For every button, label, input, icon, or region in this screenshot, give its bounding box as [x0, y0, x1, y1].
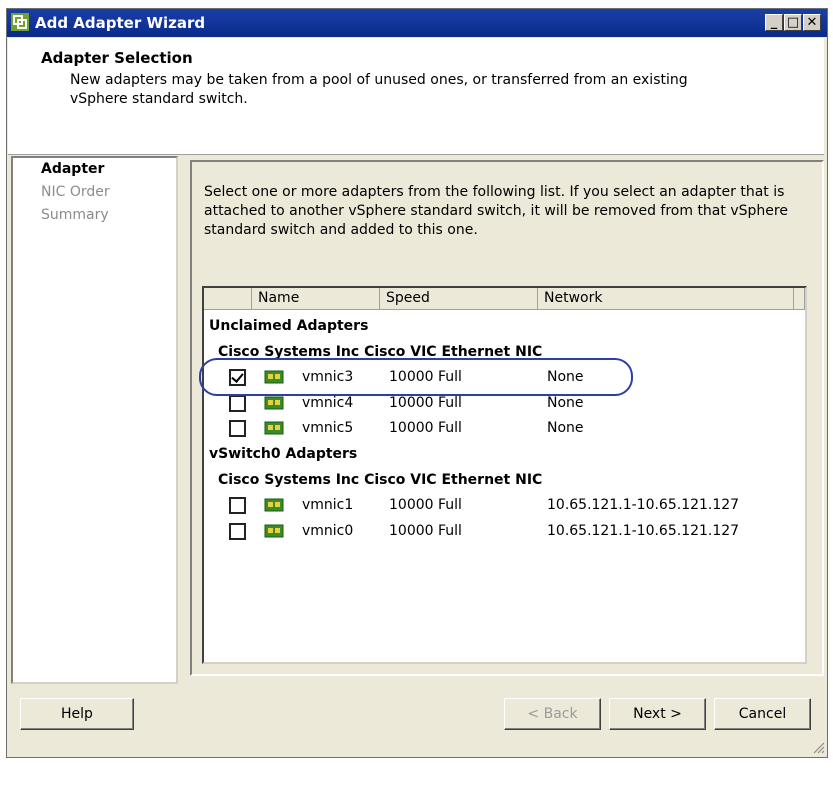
adapter-checkbox[interactable]	[229, 395, 246, 412]
column-header-check[interactable]	[204, 288, 252, 310]
adapter-checkbox[interactable]	[229, 497, 246, 514]
group-unclaimed-adapters: Unclaimed Adapters	[209, 318, 369, 334]
adapter-network: None	[547, 420, 584, 436]
window-title: Add Adapter Wizard	[35, 14, 206, 32]
column-header-speed[interactable]: Speed	[380, 288, 538, 310]
network-adapter-icon	[264, 421, 284, 435]
adapter-row[interactable]: vmnic1 10000 Full 10.65.121.1-10.65.121.…	[204, 494, 804, 518]
adapter-name: vmnic4	[302, 395, 354, 411]
adapter-speed: 10000 Full	[389, 395, 462, 411]
adapter-speed: 10000 Full	[389, 420, 462, 436]
header-description: New adapters may be taken from a pool of…	[70, 72, 688, 107]
network-adapter-icon	[264, 524, 284, 538]
adapter-row[interactable]: vmnic0 10000 Full 10.65.121.1-10.65.121.…	[204, 520, 804, 544]
adapter-speed: 10000 Full	[389, 369, 462, 385]
back-button[interactable]: < Back	[504, 698, 601, 730]
header-title: Adapter Selection	[41, 49, 193, 67]
adapter-list[interactable]: Name Speed Network Unclaimed Adapters Ci…	[202, 286, 807, 664]
adapter-row[interactable]: vmnic4 10000 Full None	[204, 392, 804, 416]
wizard-steps-panel: Adapter NIC Order Summary	[11, 156, 178, 684]
adapter-checkbox[interactable]	[229, 523, 246, 540]
help-button[interactable]: Help	[20, 698, 134, 730]
adapter-checkbox[interactable]	[229, 369, 246, 386]
network-adapter-icon	[264, 498, 284, 512]
instructions-text: Select one or more adapters from the fol…	[204, 184, 788, 238]
vsphere-app-icon	[11, 13, 29, 31]
step-nic-order[interactable]: NIC Order	[41, 184, 110, 200]
wizard-header: Adapter Selection New adapters may be ta…	[8, 38, 824, 155]
adapter-speed: 10000 Full	[389, 523, 462, 539]
adapter-checkbox[interactable]	[229, 420, 246, 437]
adapter-row[interactable]: vmnic5 10000 Full None	[204, 417, 804, 441]
next-button[interactable]: Next >	[609, 698, 706, 730]
title-bar[interactable]: Add Adapter Wizard _ □ ✕	[7, 9, 827, 37]
adapter-speed: 10000 Full	[389, 497, 462, 513]
adapter-network: 10.65.121.1-10.65.121.127	[547, 523, 740, 539]
adapter-name: vmnic0	[302, 523, 354, 539]
maximize-button[interactable]: □	[784, 14, 802, 31]
column-header-network[interactable]: Network	[538, 288, 794, 310]
adapter-name: vmnic1	[302, 497, 354, 513]
step-adapter[interactable]: Adapter	[41, 161, 104, 177]
minimize-button[interactable]: _	[765, 14, 783, 31]
cancel-button[interactable]: Cancel	[714, 698, 811, 730]
adapter-network: None	[547, 395, 584, 411]
adapter-row[interactable]: vmnic3 10000 Full None	[204, 366, 804, 390]
resize-grip-icon[interactable]	[811, 740, 825, 754]
adapter-network: None	[547, 369, 584, 385]
close-button[interactable]: ✕	[803, 14, 821, 31]
adapter-name: vmnic3	[302, 369, 354, 385]
step-summary[interactable]: Summary	[41, 207, 109, 223]
vendor-label: Cisco Systems Inc Cisco VIC Ethernet NIC	[218, 472, 543, 488]
vendor-label: Cisco Systems Inc Cisco VIC Ethernet NIC	[218, 344, 543, 360]
column-header-filler	[794, 288, 805, 310]
adapter-name: vmnic5	[302, 420, 354, 436]
column-header-name[interactable]: Name	[252, 288, 380, 310]
adapter-network: 10.65.121.1-10.65.121.127	[547, 497, 740, 513]
network-adapter-icon	[264, 396, 284, 410]
group-vswitch0-adapters: vSwitch0 Adapters	[209, 446, 358, 462]
network-adapter-icon	[264, 370, 284, 384]
